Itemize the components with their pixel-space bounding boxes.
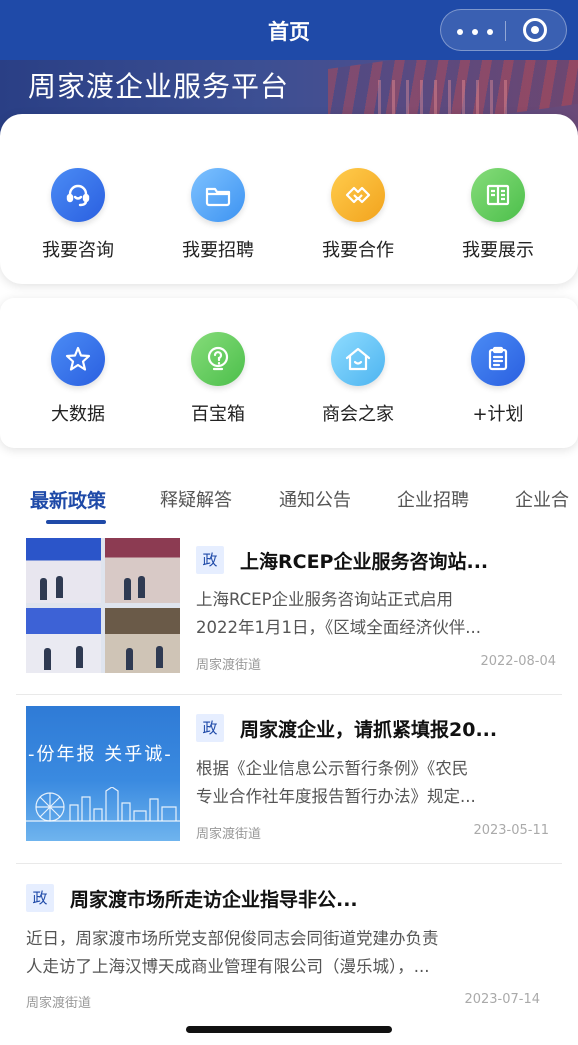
tab-enterprise[interactable]: 企业合 — [515, 486, 569, 512]
capsule-divider — [505, 21, 506, 41]
platform-title: 周家渡企业服务平台 — [28, 70, 290, 103]
tool-treasure-box[interactable]: 百宝箱 — [160, 332, 276, 426]
article-source: 周家渡街道 — [196, 827, 262, 842]
policy-badge: 政 — [26, 884, 54, 912]
tool-label: 百宝箱 — [191, 404, 245, 425]
lightbulb-icon — [191, 332, 245, 386]
article-source: 周家渡街道 — [26, 996, 92, 1011]
star-icon — [51, 332, 105, 386]
article-summary: 上海RCEP企业服务咨询站正式启用 2022年1月1日，《区域全面经济伙伴... — [196, 590, 481, 637]
tab-faq[interactable]: 释疑解答 — [160, 486, 232, 512]
headset-icon — [51, 168, 105, 222]
folder-icon — [191, 168, 245, 222]
service-consult[interactable]: 我要咨询 — [20, 168, 136, 262]
tool-big-data[interactable]: 大数据 — [20, 332, 136, 426]
article-thumbnail — [26, 538, 180, 673]
service-label: 我要招聘 — [182, 240, 254, 261]
news-list-item[interactable]: 政 上海RCEP企业服务咨询站... 上海RCEP企业服务咨询站正式启用 202… — [16, 528, 562, 695]
close-miniprogram-icon[interactable] — [523, 18, 547, 42]
tool-plan[interactable]: +计划 — [440, 332, 556, 426]
policy-badge: 政 — [196, 714, 224, 742]
article-title: 上海RCEP企业服务咨询站... — [240, 551, 489, 573]
house-icon — [331, 332, 385, 386]
home-indicator[interactable] — [186, 1026, 392, 1033]
tab-latest-policy[interactable]: 最新政策 — [30, 486, 106, 513]
news-list-item[interactable]: -份年报 关乎诚- 政 周家渡企业，请抓紧填报20... 根据《企业信息公示暂行… — [16, 695, 562, 864]
article-summary: 根据《企业信息公示暂行条例》《农民 专业合作社年度报告暂行办法》规定... — [196, 759, 476, 806]
clipboard-icon — [471, 332, 525, 386]
tool-label: 大数据 — [51, 404, 105, 425]
service-cooperate[interactable]: 我要合作 — [300, 168, 416, 262]
news-list-item[interactable]: 政 周家渡市场所走访企业指导非公... 近日，周家渡市场所党支部倪俊同志会同街道… — [16, 864, 562, 1032]
tab-notices[interactable]: 通知公告 — [279, 486, 351, 512]
article-source: 周家渡街道 — [196, 658, 262, 673]
article-title: 周家渡市场所走访企业指导非公... — [70, 889, 358, 911]
service-label: 我要咨询 — [42, 240, 114, 261]
service-recruit[interactable]: 我要招聘 — [160, 168, 276, 262]
service-label: 我要合作 — [322, 240, 394, 261]
service-label: 我要展示 — [462, 240, 534, 261]
tool-label: 商会之家 — [322, 404, 394, 425]
service-showcase[interactable]: 我要展示 — [440, 168, 556, 262]
article-date: 2023-07-14 — [464, 992, 540, 1007]
article-title: 周家渡企业，请抓紧填报20... — [240, 719, 498, 741]
more-options-icon[interactable] — [457, 29, 493, 35]
tool-chamber-home[interactable]: 商会之家 — [300, 332, 416, 426]
article-summary: 近日，周家渡市场所党支部倪俊同志会同街道党建办负责 人走访了上海汉博天成商业管理… — [26, 929, 439, 976]
tab-recruitment[interactable]: 企业招聘 — [397, 486, 469, 512]
article-thumbnail: -份年报 关乎诚- — [26, 706, 180, 841]
policy-badge: 政 — [196, 546, 224, 574]
tools-menu-card: 大数据 百宝箱 商会之家 +计划 — [0, 298, 578, 448]
news-category-tabs: 最新政策 释疑解答 通知公告 企业招聘 企业合 — [0, 478, 578, 524]
handshake-icon — [331, 168, 385, 222]
service-menu-card: 我要咨询 我要招聘 我要合作 我要展示 — [0, 114, 578, 284]
active-tab-indicator — [46, 520, 106, 524]
miniprogram-capsule — [440, 9, 567, 51]
article-date: 2023-05-11 — [473, 823, 549, 838]
article-date: 2022-08-04 — [480, 654, 556, 669]
tool-label: +计划 — [472, 404, 524, 425]
book-icon — [471, 168, 525, 222]
top-nav-bar: 首页 — [0, 0, 578, 60]
thumbnail-caption: -份年报 关乎诚- — [28, 744, 173, 765]
